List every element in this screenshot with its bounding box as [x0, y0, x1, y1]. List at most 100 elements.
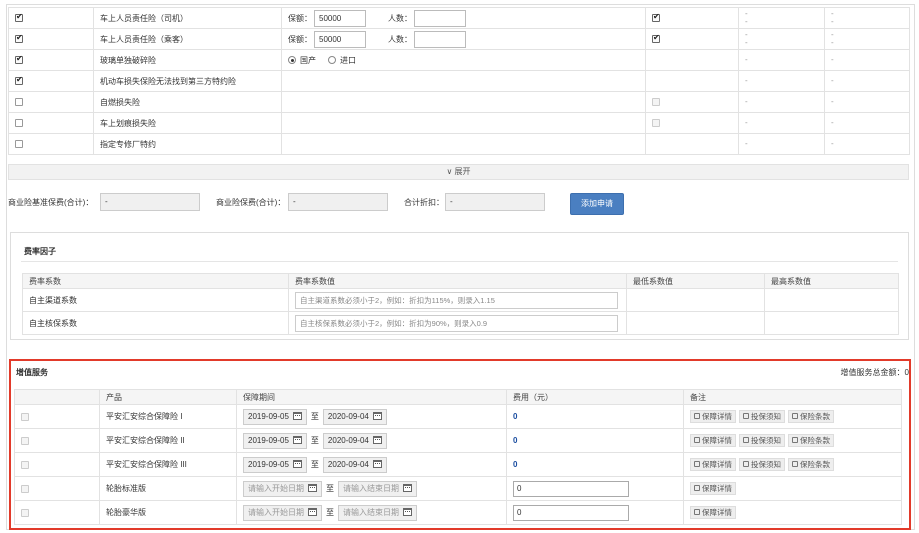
origin-radio-label: 进口	[340, 55, 356, 65]
remark-link[interactable]: 保险条款	[788, 458, 834, 471]
start-date-input[interactable]: 2019-09-05	[243, 432, 307, 449]
coverage-name: 玻璃单独破碎险	[93, 49, 282, 71]
rate-factor-max	[764, 311, 899, 335]
remark-link[interactable]: 保险条款	[788, 434, 834, 447]
calendar-icon[interactable]	[308, 484, 317, 493]
value-added-table: 产品 保障期间 费用（元） 备注 平安汇安综合保障险 I 2019-09-05 至 2…	[14, 389, 902, 525]
service-checkbox[interactable]	[21, 460, 29, 469]
calendar-icon[interactable]	[308, 508, 317, 517]
remark-link[interactable]: 投保须知	[739, 434, 785, 447]
calendar-icon[interactable]	[292, 460, 302, 469]
coverage-row: 玻璃单独破碎险 国产 进口 - -	[8, 49, 910, 71]
origin-radio[interactable]	[288, 56, 296, 64]
service-check-cell	[14, 500, 100, 525]
coverage-extra-cell	[645, 91, 739, 113]
rate-factor-min	[626, 311, 765, 335]
service-row: 轮胎标准版 请输入开始日期 至请输入结束日期 0 保障详情	[14, 476, 902, 501]
service-period-cell: 请输入开始日期 至请输入结束日期	[236, 476, 507, 501]
coverage-value: -	[831, 55, 834, 64]
origin-radio[interactable]	[328, 56, 336, 64]
remark-link[interactable]: 保障详情	[690, 506, 736, 519]
calendar-icon[interactable]	[403, 484, 412, 493]
coverage-value-cell: --	[824, 28, 910, 50]
remark-link[interactable]: 保险条款	[788, 410, 834, 423]
start-date-input[interactable]: 请输入开始日期	[243, 480, 322, 497]
calendar-icon[interactable]	[403, 508, 412, 517]
end-date-text: 2020-09-04	[327, 435, 369, 445]
document-icon	[694, 413, 700, 420]
remark-link[interactable]: 保障详情	[690, 410, 736, 423]
premium-label: 商业险保费(合计)：	[216, 198, 286, 207]
service-remark-cell: 保障详情 投保须知 保险条款	[683, 404, 902, 429]
coverage-check-cell	[8, 7, 94, 29]
calendar-icon[interactable]	[292, 436, 302, 445]
remark-link[interactable]: 投保须知	[739, 458, 785, 471]
amount-input[interactable]: 50000	[314, 9, 366, 27]
fee-input[interactable]: 0	[513, 480, 629, 497]
end-date-input[interactable]: 请输入结束日期	[338, 504, 417, 521]
rate-header-factor: 费率系数	[22, 273, 289, 289]
calendar-icon[interactable]	[292, 412, 302, 421]
rate-factor-value-cell: 自主核保系数必须小于2，例如：折扣为90%，则录入0.9	[288, 311, 627, 335]
vas-header-fee: 费用（元）	[506, 389, 684, 405]
coverage-checkbox[interactable]	[15, 75, 23, 86]
coverage-value-cell: -	[824, 70, 910, 92]
count-input[interactable]	[414, 30, 466, 48]
franchise-checkbox[interactable]	[652, 98, 660, 107]
coverage-extra-cell	[645, 49, 739, 71]
coverage-checkbox[interactable]	[15, 54, 23, 65]
coverage-value: -	[745, 55, 748, 64]
start-date-input[interactable]: 请输入开始日期	[243, 504, 322, 521]
amount-input[interactable]: 50000	[314, 30, 366, 48]
remark-link[interactable]: 保障详情	[690, 458, 736, 471]
coverage-extra-cell	[645, 70, 739, 92]
fee-input[interactable]: 0	[513, 504, 629, 521]
count-input[interactable]	[414, 9, 466, 27]
document-icon	[792, 413, 798, 420]
end-date-input[interactable]: 请输入结束日期	[338, 480, 417, 497]
service-check-cell	[14, 404, 100, 429]
end-date-input[interactable]: 2020-09-04	[322, 432, 387, 449]
value-added-services-panel: 增值服务 增值服务总金额：0 产品 保障期间 费用（元） 备注 平安汇安综合保障…	[9, 359, 911, 530]
coverage-detail-cell: 保额： 50000 人数：	[281, 28, 646, 50]
rate-factor-input[interactable]: 自主渠道系数必须小于2，例如：折扣为115%，则录入1.15	[295, 291, 618, 309]
document-icon	[743, 413, 749, 420]
calendar-icon[interactable]	[372, 412, 382, 421]
franchise-checkbox[interactable]	[652, 119, 660, 128]
coverage-extra-cell	[645, 112, 739, 134]
end-date-input[interactable]: 2020-09-04	[322, 408, 387, 425]
franchise-checkbox[interactable]	[652, 33, 660, 44]
coverage-value: -	[831, 38, 834, 47]
service-checkbox[interactable]	[21, 508, 29, 517]
franchise-checkbox[interactable]	[652, 12, 660, 23]
remark-link[interactable]: 投保须知	[739, 410, 785, 423]
vas-header-check	[14, 389, 100, 405]
service-fee-cell: 0	[506, 428, 684, 453]
coverage-checkbox[interactable]	[15, 98, 23, 107]
service-fee-cell: 0	[506, 476, 684, 501]
expand-toggle[interactable]: ∨ 展开	[8, 164, 909, 180]
coverage-checkbox[interactable]	[15, 12, 23, 23]
calendar-icon[interactable]	[372, 436, 382, 445]
coverage-row: 车上人员责任险（乘客）保额：50000人数：----	[8, 28, 910, 50]
coverage-checkbox[interactable]	[15, 140, 23, 149]
service-checkbox[interactable]	[21, 436, 29, 445]
coverage-checkbox[interactable]	[15, 119, 23, 128]
service-remark-cell: 保障详情 投保须知 保险条款	[683, 452, 902, 477]
start-date-input[interactable]: 2019-09-05	[243, 408, 307, 425]
end-date-input[interactable]: 2020-09-04	[322, 456, 387, 473]
coverage-value-cell: -	[824, 49, 910, 71]
remark-link[interactable]: 保障详情	[690, 434, 736, 447]
coverage-checkbox[interactable]	[15, 33, 23, 44]
remark-link[interactable]: 保障详情	[690, 482, 736, 495]
service-checkbox[interactable]	[21, 412, 29, 421]
calendar-icon[interactable]	[372, 460, 382, 469]
coverage-value-cell: -	[824, 112, 910, 134]
add-application-button[interactable]: 添加申请	[570, 193, 624, 215]
rate-factor-input[interactable]: 自主核保系数必须小于2，例如：折扣为90%，则录入0.9	[295, 314, 618, 332]
service-remark-cell: 保障详情 投保须知 保险条款	[683, 428, 902, 453]
service-checkbox[interactable]	[21, 484, 29, 493]
count-label: 人数：	[388, 34, 412, 44]
start-date-input[interactable]: 2019-09-05	[243, 456, 307, 473]
coverage-row: 车上划痕损失险 - -	[8, 112, 910, 134]
